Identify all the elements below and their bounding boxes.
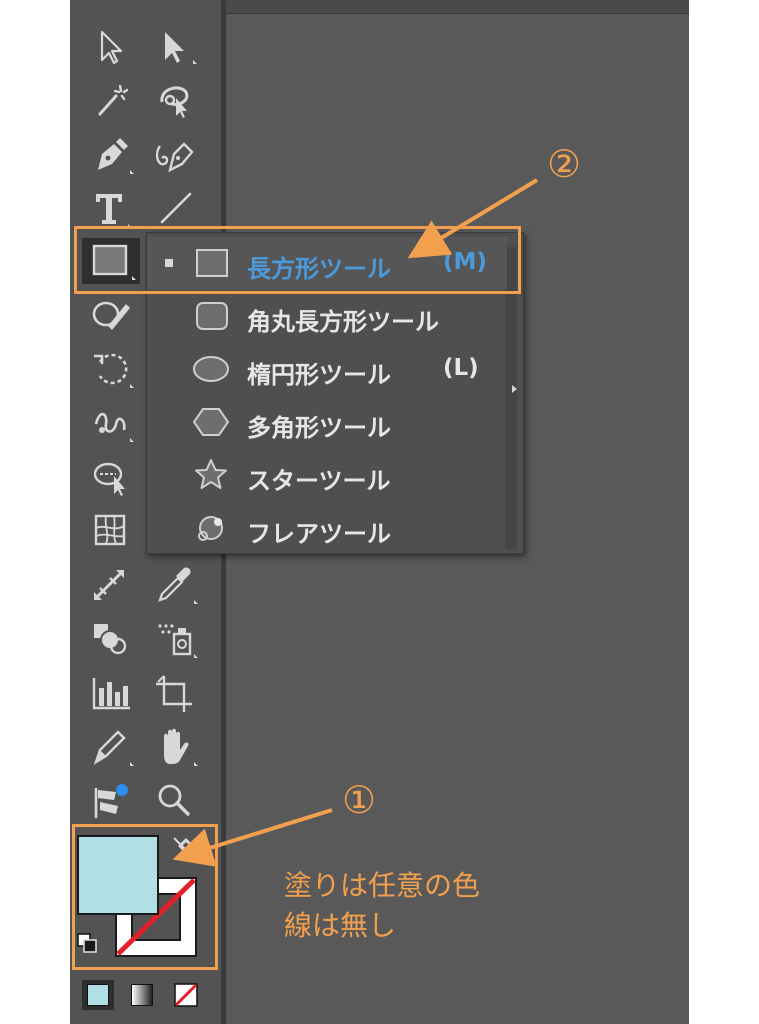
- annotation-box-rectangle-row: [74, 226, 521, 294]
- rounded-rectangle-icon: [191, 300, 231, 332]
- direct-selection-tool[interactable]: [150, 24, 200, 70]
- lasso-tool[interactable]: [150, 78, 200, 124]
- color-mode-button[interactable]: [82, 980, 114, 1010]
- menu-item-polygon-tool[interactable]: 多角形ツール: [147, 396, 507, 448]
- shaper-icon: [92, 301, 130, 330]
- symbol-sprayer-tool[interactable]: [150, 616, 200, 662]
- blend-icon: [94, 570, 124, 600]
- polygon-icon: [191, 406, 231, 438]
- menu-item-label: フレアツール: [247, 520, 391, 548]
- mesh-tool[interactable]: [86, 508, 136, 554]
- mesh-icon: [94, 514, 126, 546]
- pen-tool[interactable]: [86, 132, 136, 178]
- column-graph-icon: [92, 678, 130, 710]
- rotate-tool[interactable]: [86, 346, 136, 392]
- puppet-warp-icon: [94, 784, 128, 818]
- gradient-mode-button[interactable]: [126, 980, 158, 1010]
- menu-item-label: 楕円形ツール: [247, 361, 391, 389]
- star-icon: [191, 459, 231, 491]
- menu-item-ellipse-tool[interactable]: 楕円形ツール (L): [147, 343, 507, 395]
- menu-item-label: 多角形ツール: [247, 414, 391, 442]
- artboard-icon: [156, 675, 192, 712]
- magic-wand-tool[interactable]: [86, 78, 136, 124]
- menu-item-flare-tool[interactable]: フレアツール: [147, 502, 507, 554]
- flare-icon: [191, 512, 231, 544]
- eyedropper-tool[interactable]: [150, 562, 200, 608]
- curvature-icon: [155, 142, 194, 173]
- flyout-expand-arrow[interactable]: [512, 385, 517, 393]
- menu-item-label: 角丸長方形ツール: [247, 308, 439, 336]
- annotation-note-line2: 線は無し: [284, 909, 397, 942]
- artboard-tool[interactable]: [150, 670, 200, 716]
- shaper-tool[interactable]: [86, 292, 136, 338]
- annotation-marker-1: ①: [342, 778, 377, 822]
- selection-tool[interactable]: [86, 24, 136, 70]
- slice-tool[interactable]: [86, 724, 136, 770]
- blend-tool[interactable]: [86, 562, 136, 608]
- menu-item-star-tool[interactable]: スターツール: [147, 449, 507, 501]
- hand-tool[interactable]: [150, 724, 200, 770]
- rotate-icon: [94, 353, 134, 388]
- annotation-note-line1: 塗りは任意の色: [284, 869, 481, 902]
- menu-item-shortcut: (L): [443, 355, 479, 381]
- warp-tool[interactable]: [86, 400, 136, 446]
- symbol-sprayer-icon: [158, 624, 198, 658]
- direct-selection-icon: [165, 32, 197, 64]
- column-graph-tool[interactable]: [86, 670, 136, 716]
- screenshot-stage: { "flyout": { "items": [ {"label": "長方形ツ…: [0, 0, 759, 1024]
- curvature-tool[interactable]: [150, 132, 200, 178]
- zoom-tool[interactable]: [150, 778, 200, 824]
- selection-icon: [100, 30, 123, 65]
- canvas-top-bar: [226, 0, 689, 14]
- hand-icon: [164, 728, 198, 766]
- annotation-box-fill-stroke: [72, 824, 218, 970]
- zoom-icon: [158, 784, 190, 816]
- warp-icon: [94, 412, 134, 442]
- menu-item-rounded-rectangle-tool[interactable]: 角丸長方形ツール: [147, 290, 507, 342]
- menu-item-label: スターツール: [247, 467, 391, 495]
- ellipse-icon: [191, 353, 231, 385]
- slice-icon: [93, 730, 134, 766]
- live-paint-tool[interactable]: [86, 616, 136, 662]
- puppet-warp-tool[interactable]: [86, 778, 136, 824]
- shape-builder-icon: [93, 462, 125, 496]
- none-mode-button[interactable]: [170, 980, 202, 1010]
- live-paint-icon: [94, 624, 127, 655]
- magic-wand-icon: [98, 84, 129, 116]
- shape-builder-tool[interactable]: [86, 454, 136, 500]
- lasso-icon: [160, 86, 189, 118]
- annotation-marker-2: ②: [547, 142, 582, 186]
- eyedropper-icon: [158, 567, 198, 604]
- pen-icon: [98, 138, 134, 174]
